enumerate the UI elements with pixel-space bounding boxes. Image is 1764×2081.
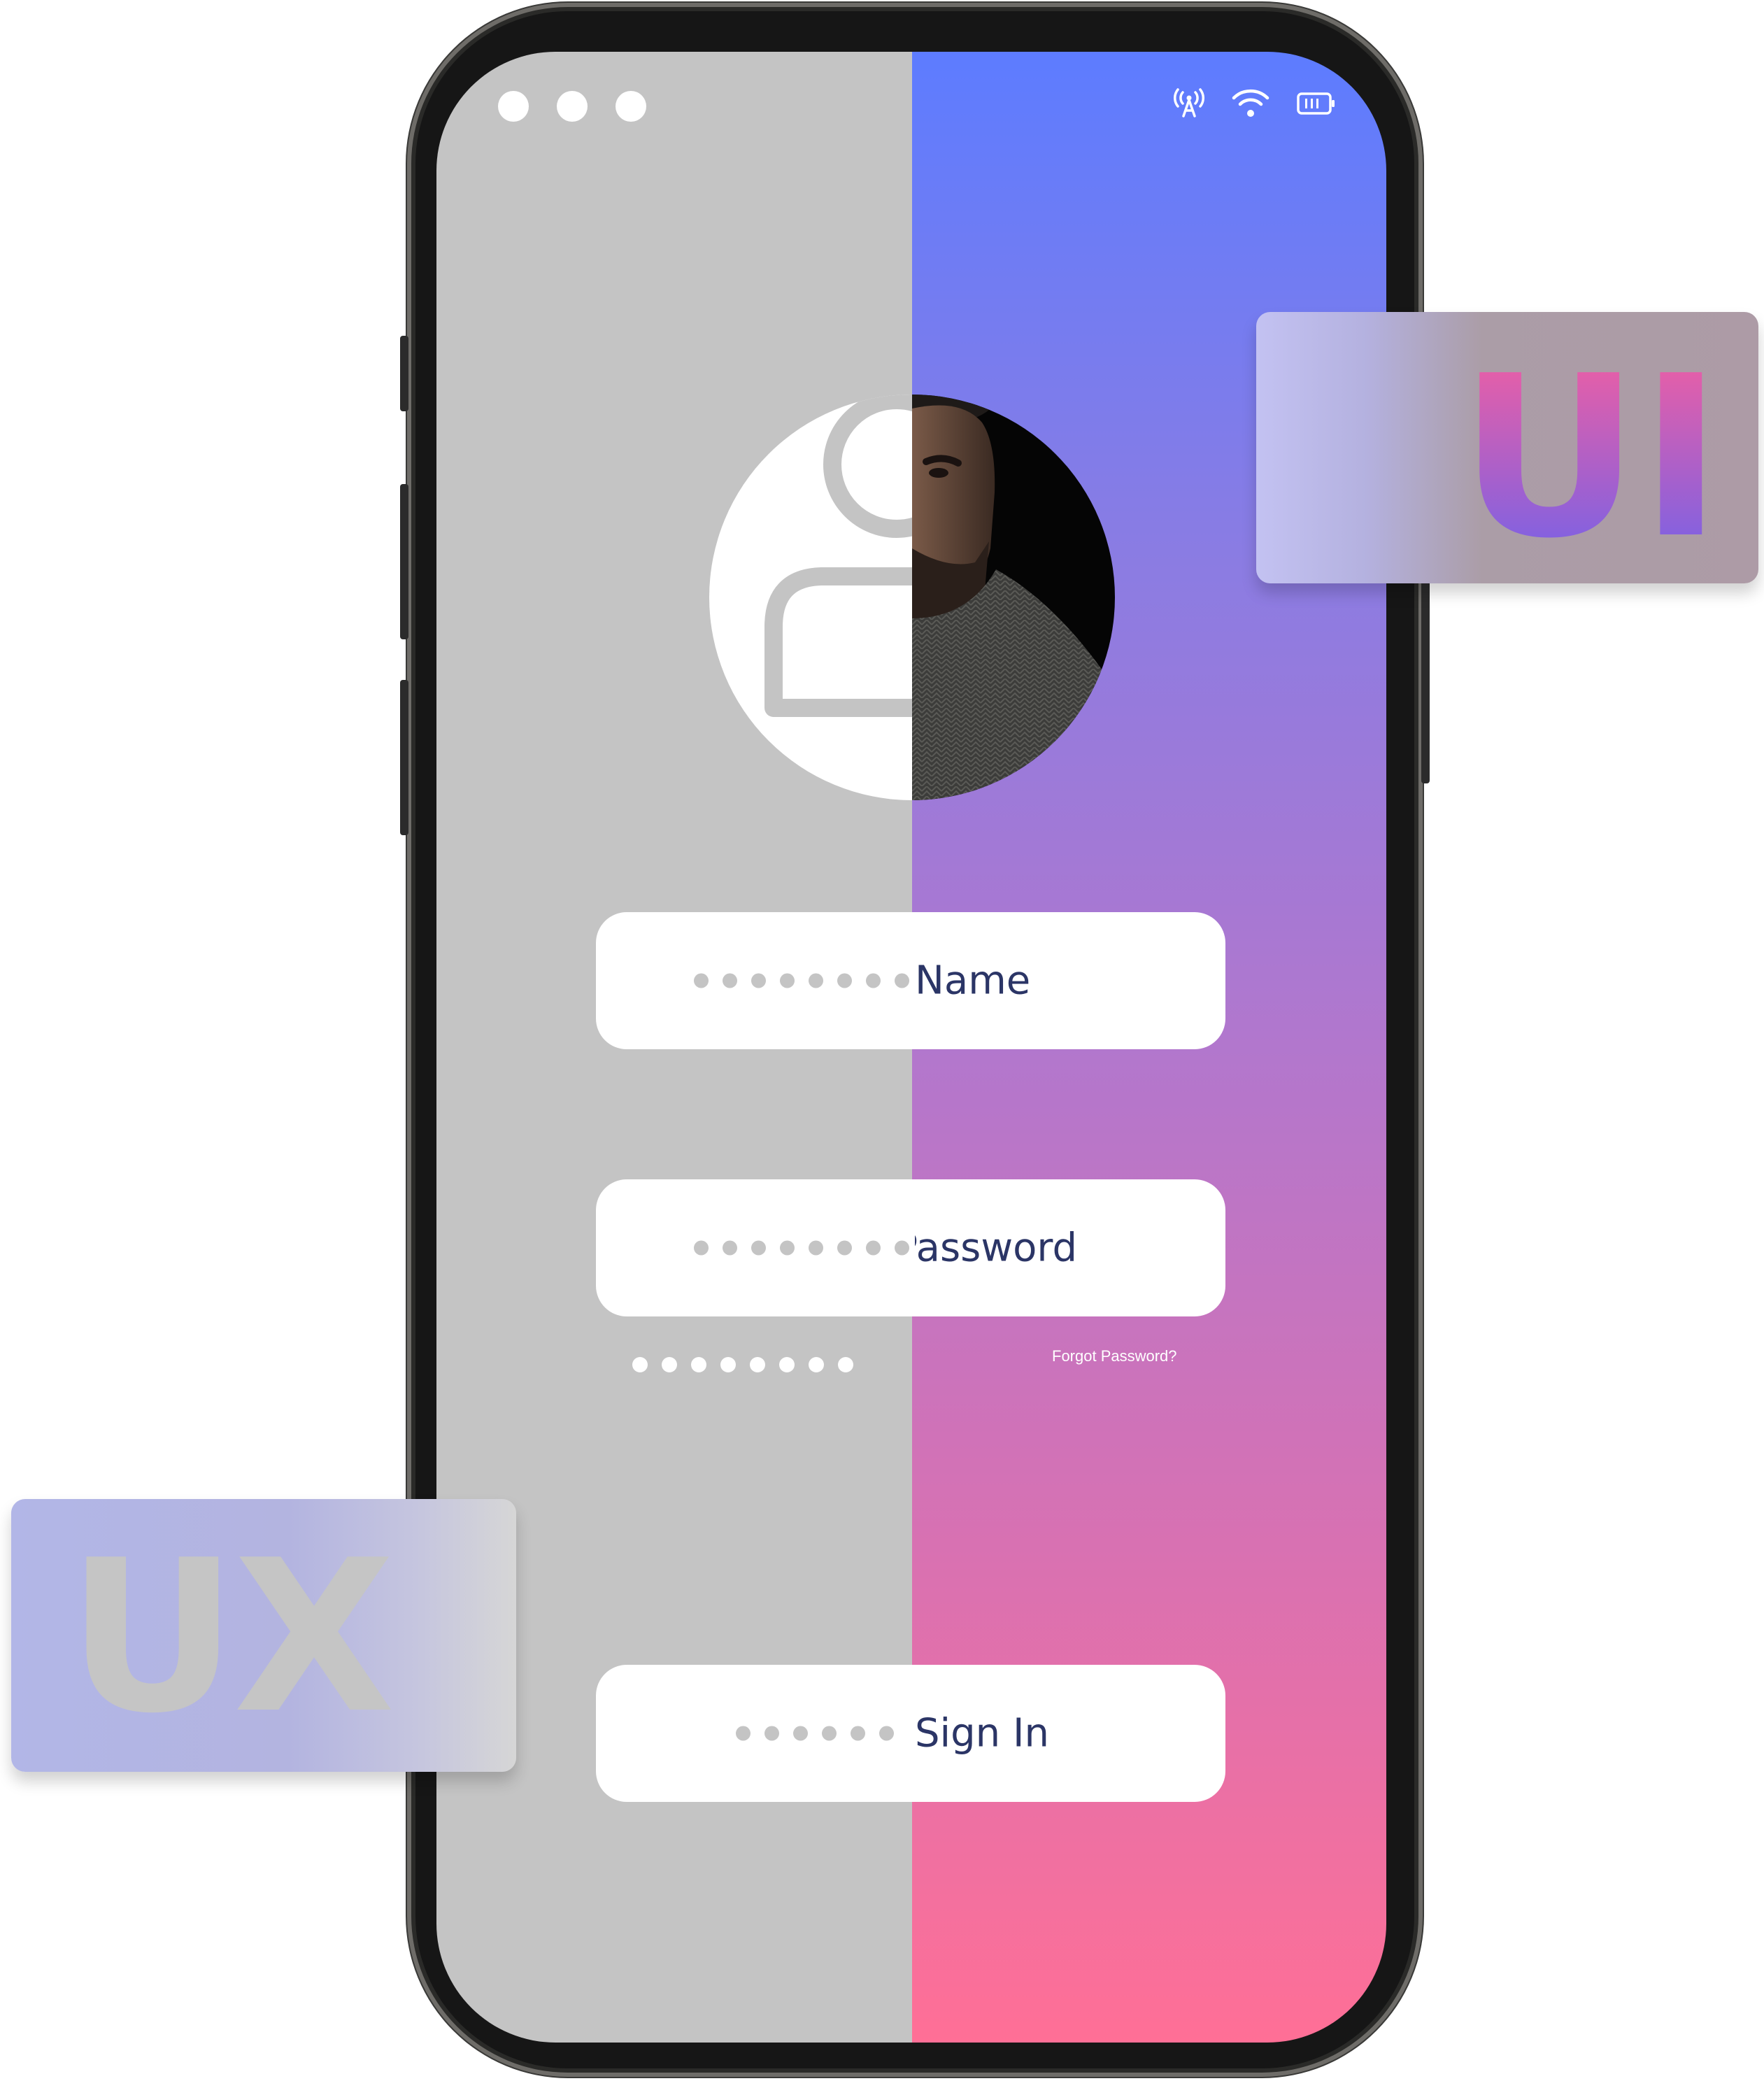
placeholder-dot bbox=[822, 1726, 837, 1741]
svg-text:UI: UI bbox=[1459, 328, 1723, 583]
placeholder-dot bbox=[694, 1240, 709, 1256]
placeholder-dot bbox=[723, 1240, 737, 1256]
placeholder-dot bbox=[691, 1357, 706, 1372]
placeholder-dot bbox=[793, 1726, 808, 1741]
window-dot bbox=[616, 91, 646, 122]
ux-card: UX bbox=[11, 1499, 516, 1772]
ui-card: UI bbox=[1256, 312, 1758, 583]
password-field[interactable]: Password bbox=[596, 1179, 1225, 1316]
phone-screen: Name Password Forgot Password? bbox=[436, 52, 1386, 2043]
placeholder-dot bbox=[879, 1726, 894, 1741]
placeholder-dot bbox=[866, 1240, 881, 1256]
placeholder-dot bbox=[736, 1726, 751, 1741]
placeholder-dot bbox=[764, 1726, 779, 1741]
placeholder-dot bbox=[723, 973, 737, 988]
placeholder-dot bbox=[866, 973, 881, 988]
placeholder-dot bbox=[750, 1357, 765, 1372]
placeholder-dot bbox=[751, 1240, 766, 1256]
ui-card-label: UI bbox=[1459, 328, 1723, 583]
name-field[interactable]: Name bbox=[596, 912, 1225, 1049]
sign-in-button[interactable]: Sign In bbox=[596, 1665, 1225, 1802]
placeholder-dot bbox=[837, 973, 852, 988]
placeholder-dot bbox=[838, 1357, 853, 1372]
forgot-password-placeholder bbox=[632, 1357, 853, 1372]
person-photo bbox=[912, 395, 1115, 800]
window-dot bbox=[498, 91, 529, 122]
cellular-tower-icon bbox=[1174, 88, 1204, 118]
forgot-password-link[interactable]: Forgot Password? bbox=[1052, 1347, 1177, 1365]
avatar-placeholder bbox=[709, 395, 912, 800]
placeholder-dot bbox=[662, 1357, 677, 1372]
placeholder-dot bbox=[780, 1240, 795, 1256]
status-bar bbox=[1174, 88, 1336, 119]
sign-in-label: Sign In bbox=[915, 1710, 1049, 1756]
power-button bbox=[1421, 581, 1430, 783]
password-label: Password bbox=[915, 1225, 1077, 1271]
placeholder-dot bbox=[751, 973, 766, 988]
wifi-icon bbox=[1232, 89, 1269, 117]
volume-down-button bbox=[400, 680, 408, 835]
volume-up-button bbox=[400, 484, 408, 639]
placeholder-dot bbox=[780, 973, 795, 988]
battery-icon bbox=[1297, 92, 1335, 115]
placeholder-dot bbox=[809, 973, 823, 988]
user-placeholder-icon bbox=[764, 395, 912, 717]
placeholder-dot bbox=[809, 1357, 824, 1372]
placeholder-dot bbox=[895, 973, 909, 988]
placeholder-dot bbox=[895, 1240, 909, 1256]
placeholder-dot bbox=[779, 1357, 795, 1372]
placeholder-dot bbox=[632, 1357, 648, 1372]
name-label: Name bbox=[915, 958, 1031, 1004]
placeholder-dot bbox=[720, 1357, 736, 1372]
placeholder-dot bbox=[809, 1240, 823, 1256]
placeholder-dot bbox=[851, 1726, 865, 1741]
mute-switch bbox=[400, 336, 408, 411]
ux-card-label: UX bbox=[67, 1515, 395, 1759]
avatar-photo bbox=[912, 395, 1115, 800]
more-dots-icon[interactable] bbox=[498, 91, 646, 122]
placeholder-dot bbox=[837, 1240, 852, 1256]
window-dot bbox=[557, 91, 588, 122]
placeholder-dot bbox=[694, 973, 709, 988]
profile-avatar[interactable] bbox=[709, 395, 1115, 800]
